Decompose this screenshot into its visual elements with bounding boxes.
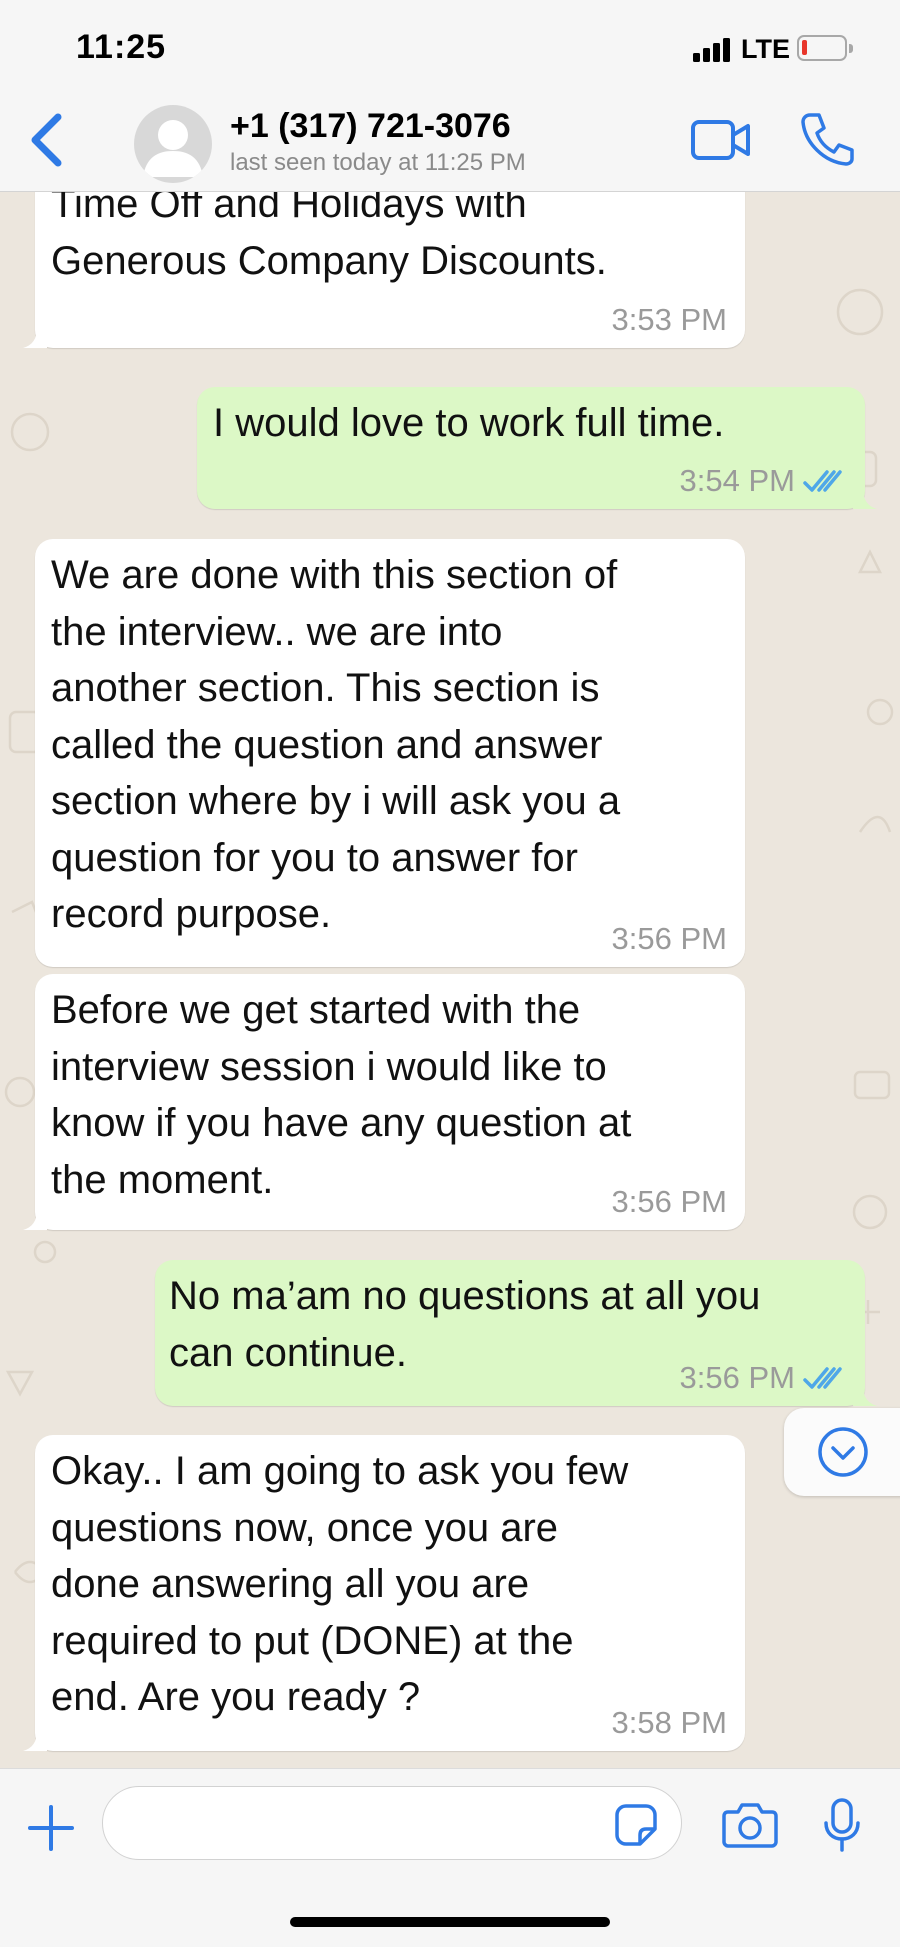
message-time: 3:56 PM xyxy=(611,921,727,956)
default-avatar-icon xyxy=(143,120,203,177)
battery-level xyxy=(802,40,807,55)
status-bar: 11:25 LTE xyxy=(0,0,900,95)
chat-header: +1 (317) 721-3076 last seen today at 11:… xyxy=(0,95,900,192)
message-time: 3:58 PM xyxy=(611,1705,727,1740)
message-bubble-incoming[interactable]: Time Off and Holidays with Generous Comp… xyxy=(23,192,745,348)
sticker-icon xyxy=(615,1804,657,1846)
camera-button[interactable] xyxy=(722,1801,778,1849)
message-time: 3:53 PM xyxy=(611,302,727,337)
message-bubble-outgoing[interactable]: No ma’am no questions at all you can con… xyxy=(155,1260,877,1406)
contact-last-seen: last seen today at 11:25 PM xyxy=(230,149,526,176)
network-type: LTE xyxy=(741,34,790,64)
bubble-tail xyxy=(23,328,47,348)
bubble-tail xyxy=(853,1386,877,1406)
voice-call-button[interactable] xyxy=(800,111,854,167)
chevron-down-circle-icon xyxy=(818,1427,868,1477)
plus-icon xyxy=(28,1805,74,1851)
video-camera-icon xyxy=(691,120,750,160)
chevron-left-icon xyxy=(31,113,62,167)
home-indicator xyxy=(290,1917,610,1927)
message-bubble-incoming[interactable]: Okay.. I am going to ask you few questio… xyxy=(23,1435,745,1751)
message-text: Time Off and Holidays with Generous Comp… xyxy=(51,192,607,283)
message-text: We are done with this section of the int… xyxy=(51,553,621,936)
chat-area[interactable]: Time Off and Holidays with Generous Comp… xyxy=(0,192,900,1768)
signal-strength-icon xyxy=(693,36,733,62)
message-bubble-outgoing[interactable]: I would love to work full time. 3:54 PM xyxy=(197,387,877,509)
message-bubble-incoming[interactable]: Before we get started with the interview… xyxy=(23,974,745,1230)
microphone-icon xyxy=(824,1798,860,1852)
battery-icon xyxy=(797,35,853,61)
video-call-button[interactable] xyxy=(690,115,752,165)
message-time: 3:54 PM xyxy=(679,463,795,498)
camera-icon xyxy=(722,1803,778,1848)
message-bubble-incoming[interactable]: We are done with this section of the int… xyxy=(35,539,745,967)
status-time: 11:25 xyxy=(76,28,167,66)
avatar[interactable] xyxy=(134,105,212,183)
scroll-to-bottom-button[interactable] xyxy=(784,1408,900,1496)
bubble-tail xyxy=(853,489,877,509)
double-check-read-icon xyxy=(803,470,842,492)
message-input-bar xyxy=(0,1768,900,1947)
message-time: 3:56 PM xyxy=(611,1184,727,1219)
message-text: Before we get started with the interview… xyxy=(51,988,632,1202)
voice-message-button[interactable] xyxy=(822,1797,862,1853)
attach-button[interactable] xyxy=(26,1803,76,1853)
back-button[interactable] xyxy=(18,107,78,173)
message-text: I would love to work full time. xyxy=(213,401,725,445)
message-input[interactable] xyxy=(102,1786,682,1860)
contact-name[interactable]: +1 (317) 721-3076 xyxy=(230,107,511,146)
bubble-tail xyxy=(23,1731,47,1751)
bubble-tail xyxy=(23,1210,47,1230)
double-check-read-icon xyxy=(803,1367,842,1389)
phone-icon xyxy=(801,113,854,166)
message-text: Okay.. I am going to ask you few questio… xyxy=(51,1449,629,1719)
message-text: No ma’am no questions at all you can con… xyxy=(169,1274,761,1375)
message-time: 3:56 PM xyxy=(679,1360,795,1395)
sticker-button[interactable] xyxy=(614,1803,658,1847)
